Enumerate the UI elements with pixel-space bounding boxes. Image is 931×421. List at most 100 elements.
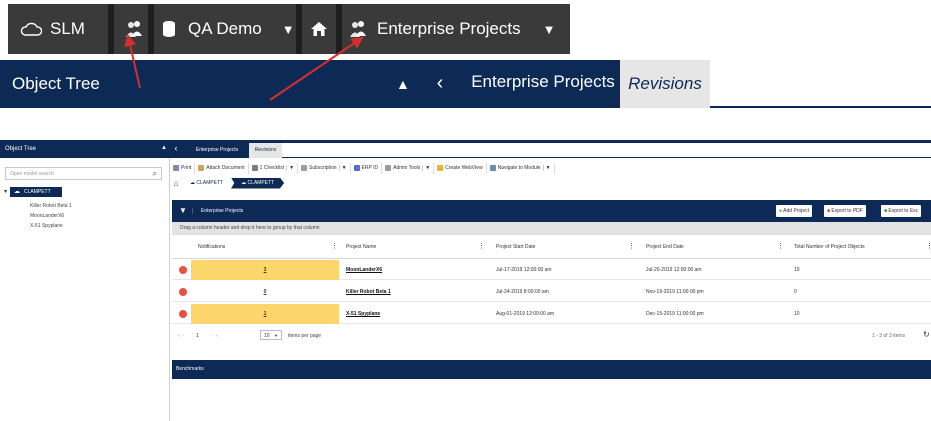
repository-selector[interactable]: QA Demo ▼ xyxy=(162,4,295,54)
admin-tools-button[interactable]: Admin Tools ▼ xyxy=(382,162,435,174)
table-row[interactable]: 1 X-51 Spyplane Aug-01-2019 12:00:00 am … xyxy=(172,304,931,324)
navigate-to-module-button[interactable]: Navigate to Module ▼ xyxy=(487,162,555,174)
delete-row-icon[interactable] xyxy=(179,288,187,296)
users-nav-item[interactable] xyxy=(124,4,144,54)
project-name-link[interactable]: MoonLanderX6 xyxy=(346,267,382,273)
column-header[interactable]: Total Number of Project Objects xyxy=(794,244,865,250)
breadcrumb: ⌂ ☁ CLAMPETT ☁ CLAMPETT xyxy=(170,177,285,189)
tree-node-child[interactable]: Killer Robot Beta 1 xyxy=(30,203,72,209)
dropdown-caret-icon: ▼ xyxy=(273,333,278,338)
pager: «‹ 1 ›» 10 ▼ items per page 1 - 3 of 3 i… xyxy=(172,327,931,344)
collapse-caret-icon[interactable]: ▲ xyxy=(161,145,167,151)
breadcrumb-item[interactable]: ☁ CLAMPETT xyxy=(182,178,231,189)
delete-row-icon[interactable] xyxy=(179,266,187,274)
collapse-caret-icon[interactable]: ▲ xyxy=(396,76,410,92)
add-project-label: Add Project xyxy=(783,208,810,214)
subscription-button[interactable]: Subscription ▼ xyxy=(298,162,351,174)
tab-revisions[interactable]: Revisions xyxy=(620,60,710,108)
export-pdf-button[interactable]: ■ Export to PDF xyxy=(824,205,866,217)
notifications-cell[interactable]: 0 xyxy=(191,282,339,302)
delete-row-icon[interactable] xyxy=(179,310,187,318)
tab-enterprise-projects[interactable]: Enterprise Projects xyxy=(466,60,620,108)
column-header[interactable]: Project End Date xyxy=(646,244,684,250)
column-menu-icon[interactable]: ⋮ xyxy=(628,242,635,250)
breadcrumb-current[interactable]: ☁ CLAMPETT xyxy=(231,177,285,189)
page-size-value: 10 xyxy=(264,333,270,339)
home-icon[interactable]: ⌂ xyxy=(170,179,182,188)
model-search-input[interactable]: Open model search ⌕ xyxy=(5,167,162,180)
sidebar-header: Object Tree ▲ xyxy=(0,140,170,158)
breadcrumb-label: CLAMPETT xyxy=(247,179,275,186)
column-header[interactable]: Notifications xyxy=(198,244,225,250)
checklist-label: 1 Checklist xyxy=(259,165,285,171)
add-project-button[interactable]: ● Add Project xyxy=(776,205,813,217)
navigate-to-module-label: Navigate to Module xyxy=(497,165,541,171)
pdf-icon: ■ xyxy=(827,208,831,214)
pager-prev-arrows[interactable]: «‹ xyxy=(178,333,186,339)
module-selector[interactable]: Enterprise Projects ▼ xyxy=(348,4,556,54)
total-objects-cell: 10 xyxy=(794,311,800,317)
tab-filler xyxy=(282,143,931,158)
tree-node-child[interactable]: MoonLanderX6 xyxy=(30,213,64,219)
column-headers: Notifications ⋮ Project Name ⋮ Project S… xyxy=(172,235,931,259)
create-webview-label: Create WebView xyxy=(445,165,483,171)
table-row[interactable]: 0 Killer Robot Beta 1 Jul-24-2019 8:00:0… xyxy=(172,282,931,302)
slm-nav-item[interactable]: SLM xyxy=(20,4,85,54)
tab-revisions[interactable]: Revisions xyxy=(249,143,282,158)
dropdown-caret-icon[interactable]: ▼ xyxy=(286,165,294,171)
back-chevron-icon[interactable]: ‹ xyxy=(170,140,182,158)
screenshot-root: SLM QA Demo ▼ Enterprise Projects ▼ Obje… xyxy=(0,0,931,421)
erp-id-button[interactable]: ERP ID xyxy=(351,162,383,174)
group-drop-zone[interactable]: Drag a column header and drop it here to… xyxy=(172,222,931,235)
pager-info: 1 - 3 of 3 items xyxy=(872,333,906,339)
export-excel-button[interactable]: ■ Export to Exc xyxy=(881,205,922,217)
database-icon xyxy=(163,21,175,37)
tree-expand-icon[interactable]: ▾ xyxy=(4,188,7,195)
dropdown-caret-icon[interactable]: ▼ xyxy=(542,165,551,171)
start-date-cell: Jul-24-2019 8:00:00 am xyxy=(496,289,549,295)
notifications-cell[interactable]: 1 xyxy=(191,304,339,324)
subscription-label: Subscription xyxy=(309,165,337,171)
checklist-button[interactable]: 1 Checklist ▼ xyxy=(249,162,299,174)
column-header[interactable]: Project Name xyxy=(346,244,376,250)
current-page[interactable]: 1 xyxy=(196,333,199,339)
zoom-tab-filler xyxy=(710,60,931,108)
search-icon[interactable]: ⌕ xyxy=(153,169,157,179)
tree-node-child[interactable]: X-51 Spyplane xyxy=(30,223,63,229)
admin-tools-label: Admin Tools xyxy=(393,165,421,171)
repository-label: QA Demo xyxy=(188,19,262,38)
create-webview-button[interactable]: Create WebView xyxy=(434,162,487,174)
refresh-icon[interactable]: ↻ xyxy=(923,330,930,339)
table-row[interactable]: 3 MoonLanderX6 Jul-17-2019 12:00:00 am J… xyxy=(172,260,931,280)
breadcrumb-label: CLAMPETT xyxy=(196,179,224,186)
back-chevron-icon[interactable]: ‹ xyxy=(420,60,460,108)
column-menu-icon[interactable]: ⋮ xyxy=(478,242,485,250)
print-button[interactable]: Print xyxy=(170,162,196,174)
checklist-icon xyxy=(251,165,258,171)
start-date-cell: Jul-17-2019 12:00:00 am xyxy=(496,267,552,273)
attach-document-button[interactable]: Attach Document xyxy=(195,162,249,174)
pencil-icon xyxy=(353,165,360,171)
nav-divider xyxy=(148,4,154,54)
project-name-link[interactable]: Killer Robot Beta 1 xyxy=(346,289,391,295)
dropdown-caret-icon[interactable]: ▼ xyxy=(338,165,347,171)
column-menu-icon[interactable]: ⋮ xyxy=(331,242,338,250)
nav-divider xyxy=(108,4,114,54)
benchmarks-panel-header[interactable]: Benchmarks xyxy=(172,360,931,379)
search-placeholder: Open model search xyxy=(10,171,54,177)
home-nav-item[interactable] xyxy=(310,4,328,54)
column-menu-icon[interactable]: ⋮ xyxy=(777,242,784,250)
caret-down-icon: ▼ xyxy=(281,21,295,37)
tab-enterprise-projects[interactable]: Enterprise Projects xyxy=(186,143,248,158)
export-excel-label: Export to Exc xyxy=(888,208,919,214)
wrench-icon xyxy=(385,165,392,171)
filter-icon[interactable]: ▼ xyxy=(179,206,187,215)
dropdown-caret-icon[interactable]: ▼ xyxy=(422,165,430,171)
pager-next-arrows[interactable]: ›» xyxy=(212,333,220,339)
page-size-select[interactable]: 10 ▼ xyxy=(260,330,282,340)
nav-divider xyxy=(336,4,342,54)
column-header[interactable]: Project Start Date xyxy=(496,244,535,250)
project-name-link[interactable]: X-51 Spyplane xyxy=(346,311,380,317)
column-menu-icon[interactable]: ⋮ xyxy=(926,242,931,250)
notifications-cell[interactable]: 3 xyxy=(191,260,339,280)
